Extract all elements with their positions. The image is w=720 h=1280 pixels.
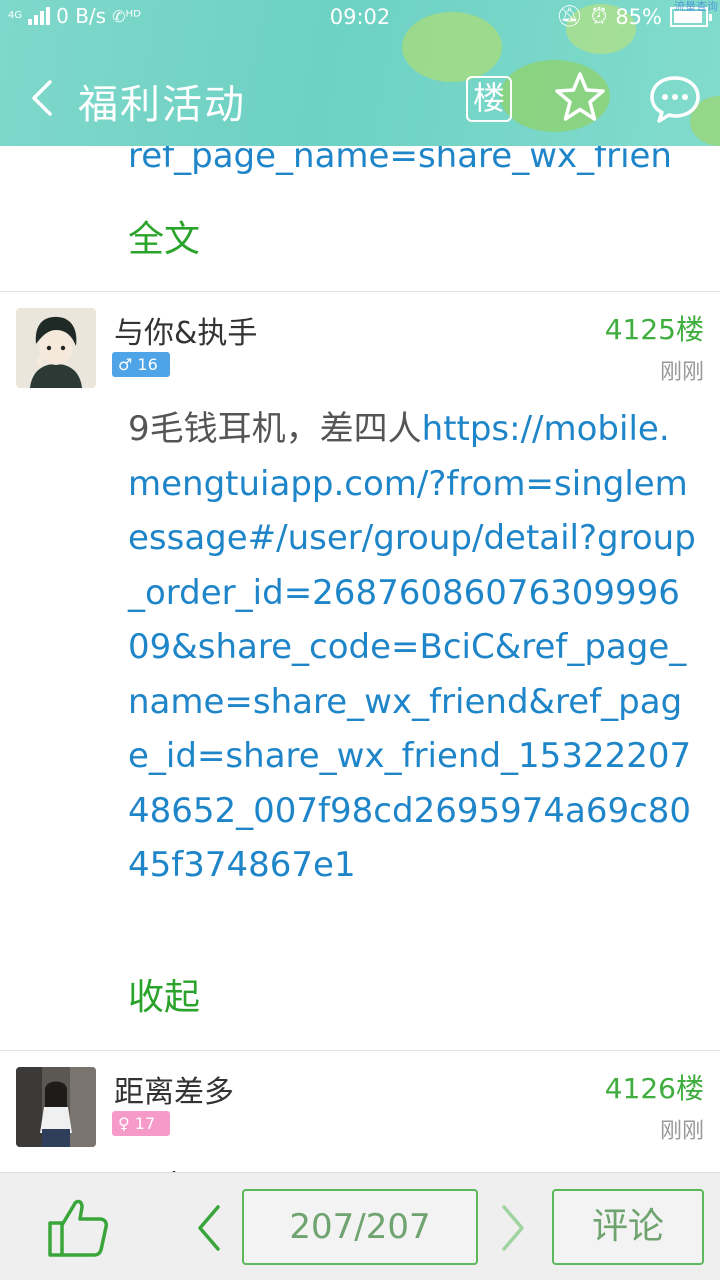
avatar-image [16,1067,96,1147]
floor-jump-button[interactable]: 楼 [466,76,512,122]
data-query-watermark: 流量查询 [674,0,718,13]
avatar[interactable] [16,1067,96,1147]
battery-percent: 85% [615,4,662,29]
favorite-star-icon[interactable] [552,70,608,126]
page-indicator-button[interactable]: 207/207 [242,1189,478,1265]
post-time: 刚刚 [659,1119,704,1144]
bottom-action-bar: 207/207 评论 [0,1172,720,1280]
post-text: 二都工 [128,1160,236,1172]
status-bar: 4G 0 B/s ✆ᴴᴰ 09:02 🔕︎ ⏰︎ 85% 流量查询 [0,0,720,36]
post-content: 9毛钱耳机，差四人https://mobile.mengtuiapp.com/?… [128,402,698,893]
previous-page-icon[interactable] [194,1203,224,1253]
collapse-button[interactable]: 收起 [128,968,200,1020]
back-icon[interactable] [28,78,56,118]
expand-full-text-button[interactable]: 全文 [128,210,200,262]
post-link[interactable]: https://mobile.mengtuiapp.com/?from=sing… [128,409,696,885]
next-page-icon[interactable] [498,1203,528,1253]
avatar-image [16,308,96,388]
gender-level-badge: ♀ 17 [112,1111,170,1136]
floor-number: 4125楼 [604,313,704,346]
username[interactable]: 与你&执手 [114,308,257,352]
mute-bell-icon: 🔕︎ [556,4,583,28]
alarm-icon: ⏰︎ [590,4,608,28]
page-title: 福利活动 [78,82,246,128]
floor-number: 4126楼 [604,1072,704,1105]
post-content: ref_page_name=share_wx_frien [128,146,698,184]
comment-bubble-icon[interactable] [648,74,702,124]
top-app-bar: 4G 0 B/s ✆ᴴᴰ 09:02 🔕︎ ⏰︎ 85% 流量查询 福利活动 楼 [0,0,720,146]
thumbs-up-icon[interactable] [44,1195,112,1259]
post-time: 刚刚 [659,360,704,385]
username[interactable]: 距离差多 [114,1067,234,1111]
divider [0,1050,720,1051]
post-text: 9毛钱耳机，差四人 [128,409,422,449]
post-link[interactable]: ref_page_name=share_wx_frien [128,146,672,176]
post-feed[interactable]: ref_page_name=share_wx_frien 全文 与你&执手 ♂ … [0,146,720,1172]
comment-button[interactable]: 评论 [552,1189,704,1265]
divider [0,291,720,292]
gender-level-badge: ♂ 16 [112,352,170,377]
avatar[interactable] [16,308,96,388]
